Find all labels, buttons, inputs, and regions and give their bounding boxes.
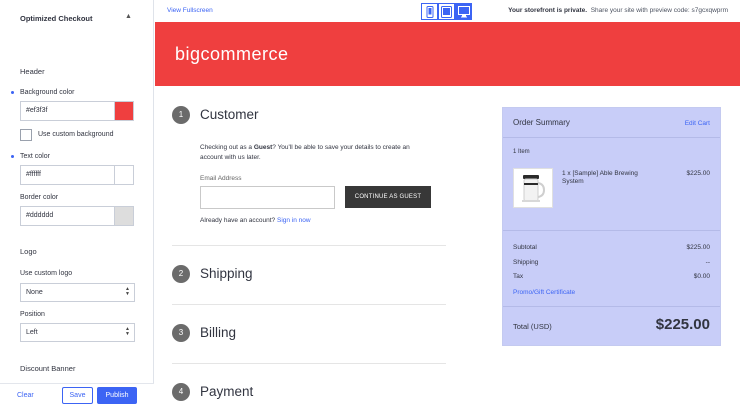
clear-button[interactable]: Clear xyxy=(17,392,34,399)
custom-bg-checkbox[interactable] xyxy=(20,129,32,141)
step-number: 4 xyxy=(172,383,190,401)
bg-color-input[interactable]: #ef3f3f xyxy=(20,101,115,121)
step-number: 3 xyxy=(172,324,190,342)
summary-divider xyxy=(503,137,720,138)
guest-message-pre: Checking out as a xyxy=(200,144,254,151)
step-title: Shipping xyxy=(200,266,253,281)
edit-cart-link[interactable]: Edit Cart xyxy=(685,120,710,127)
tax-label: Tax xyxy=(513,273,524,280)
shipping-value: -- xyxy=(705,259,710,266)
order-summary: Order Summary Edit Cart 1 Item 1 x [Samp… xyxy=(502,107,721,346)
text-color-label: Text color xyxy=(20,153,50,160)
step-payment: 4 Payment xyxy=(172,383,446,403)
step-number: 2 xyxy=(172,265,190,283)
panel-footer: Clear Save Publish xyxy=(0,383,154,408)
continue-as-guest-button[interactable]: CONTINUE AS GUEST xyxy=(345,186,431,208)
custom-bg-label: Use custom background xyxy=(38,131,114,138)
step-number: 1 xyxy=(172,106,190,124)
select-arrows-icon: ▲ ▼ xyxy=(125,326,130,337)
step-title: Billing xyxy=(200,325,237,340)
text-color-swatch[interactable] xyxy=(114,165,134,185)
save-button[interactable]: Save xyxy=(62,387,93,404)
chevron-up-icon[interactable]: ▲ xyxy=(125,13,132,20)
step-title: Customer xyxy=(200,107,259,122)
product-image xyxy=(513,168,553,208)
promo-gift-link[interactable]: Promo/Gift Certificate xyxy=(513,289,575,296)
position-value: Left xyxy=(26,329,38,336)
settings-panel: Optimized Checkout ▲ Header Background c… xyxy=(0,0,154,408)
sign-in-prompt: Already have an account? Sign in now xyxy=(200,217,311,224)
step-divider xyxy=(172,363,446,364)
total-value: $225.00 xyxy=(655,316,710,333)
discount-banner-header[interactable]: Discount Banner xyxy=(20,364,75,373)
shipping-label: Shipping xyxy=(513,259,539,266)
bg-color-label: Background color xyxy=(20,89,75,96)
total-label: Total (USD) xyxy=(513,322,552,331)
step-shipping: 2 Shipping xyxy=(172,265,446,285)
custom-logo-select[interactable]: None ▲ ▼ xyxy=(20,283,135,302)
theme-editor: Optimized Checkout ▲ Header Background c… xyxy=(0,0,740,408)
private-notice: Your storefront is private. Share your s… xyxy=(508,7,728,14)
store-logo-text[interactable]: bigcommerce xyxy=(175,44,289,65)
border-color-swatch[interactable] xyxy=(114,206,134,226)
summary-divider xyxy=(503,230,720,231)
summary-divider xyxy=(503,306,720,307)
mobile-icon xyxy=(426,5,433,18)
step-billing: 3 Billing xyxy=(172,324,446,344)
select-arrows-icon: ▲ ▼ xyxy=(125,286,130,297)
subtotal-label: Subtotal xyxy=(513,244,537,251)
tablet-view-button[interactable] xyxy=(438,3,455,20)
subtotal-value: $225.00 xyxy=(686,244,711,251)
modified-dot-icon xyxy=(11,91,14,94)
border-color-label: Border color xyxy=(20,194,59,201)
publish-button[interactable]: Publish xyxy=(97,387,137,404)
checkout-preview: bigcommerce 1 Customer Checking out as a… xyxy=(155,22,740,408)
product-price: $225.00 xyxy=(686,170,711,177)
tablet-icon xyxy=(441,5,452,18)
item-count: 1 Item xyxy=(513,149,530,155)
modified-dot-icon xyxy=(11,155,14,158)
step-customer: 1 Customer xyxy=(172,106,446,126)
step-divider xyxy=(172,304,446,305)
email-label: Email Address xyxy=(200,175,242,182)
sign-in-link[interactable]: Sign in now xyxy=(277,217,311,224)
have-account-text: Already have an account? xyxy=(200,217,276,224)
order-summary-title: Order Summary xyxy=(513,118,570,127)
step-title: Payment xyxy=(200,384,254,399)
guest-message: Checking out as a Guest? You'll be able … xyxy=(200,143,430,163)
tax-value: $0.00 xyxy=(693,273,710,280)
private-notice-text: Share your site with preview code: s7gcx… xyxy=(590,7,728,14)
product-name: 1 x [Sample] Able Brewing System xyxy=(562,170,638,185)
preview-toolbar: View Fullscreen Your storefront is priva… xyxy=(155,0,740,22)
step-divider xyxy=(172,245,446,246)
custom-logo-label: Use custom logo xyxy=(20,270,73,277)
email-input[interactable] xyxy=(200,186,335,209)
view-fullscreen-link[interactable]: View Fullscreen xyxy=(167,7,213,14)
device-switcher xyxy=(421,3,472,20)
desktop-view-button[interactable] xyxy=(455,3,472,20)
mobile-view-button[interactable] xyxy=(421,3,438,20)
position-label: Position xyxy=(20,311,45,318)
border-color-input[interactable]: #dddddd xyxy=(20,206,115,226)
brewing-system-image xyxy=(522,175,546,202)
desktop-icon xyxy=(457,5,470,17)
panel-title[interactable]: Optimized Checkout xyxy=(20,14,93,23)
custom-logo-value: None xyxy=(26,289,43,296)
guest-message-bold: Guest xyxy=(253,144,273,151)
checkout-header-banner: bigcommerce xyxy=(155,22,740,86)
private-notice-bold: Your storefront is private. xyxy=(508,7,588,14)
bg-color-swatch[interactable] xyxy=(114,101,134,121)
section-header: Header xyxy=(20,67,45,76)
position-select[interactable]: Left ▲ ▼ xyxy=(20,323,135,342)
logo-section-header: Logo xyxy=(20,247,37,256)
text-color-input[interactable]: #ffffff xyxy=(20,165,115,185)
